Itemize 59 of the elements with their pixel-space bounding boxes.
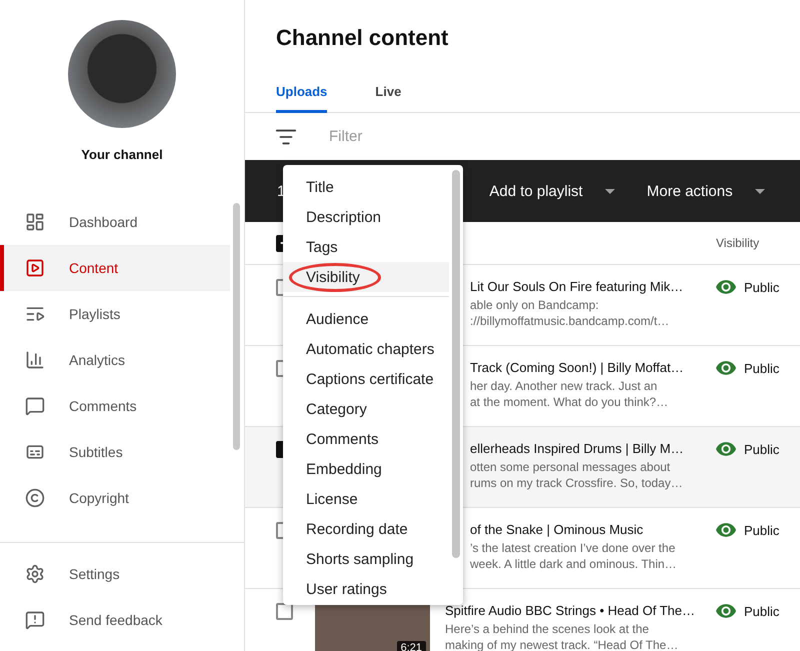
menu-item[interactable]: Title bbox=[283, 172, 449, 202]
scrollbar[interactable] bbox=[452, 170, 460, 558]
video-title[interactable]: of the Snake | Ominous Music bbox=[470, 522, 708, 537]
eye-icon bbox=[716, 603, 736, 619]
column-header: Visibility bbox=[716, 236, 760, 250]
nav-icon bbox=[25, 212, 45, 232]
row-checkbox[interactable] bbox=[276, 603, 293, 620]
video-description: able only on Bandcamp: ://billymoffatmusic.bandcamp.com/t… bbox=[470, 297, 670, 329]
menu-item[interactable]: Embedding bbox=[283, 454, 449, 484]
duration-label: 6:21 bbox=[396, 641, 426, 651]
tab[interactable]: Uploads bbox=[276, 70, 328, 113]
channel-label: Your channel bbox=[81, 147, 163, 162]
caret-icon bbox=[754, 188, 765, 194]
nav-item[interactable]: Dashboard bbox=[0, 199, 230, 245]
visibility-label: Public bbox=[744, 441, 780, 458]
eye-icon bbox=[716, 441, 736, 457]
nav-item[interactable]: Send feedback bbox=[0, 597, 230, 643]
video-description: ’s the latest creation I’ve done over the week. A little dark and ominous. Thin… bbox=[470, 540, 678, 572]
visibility-label: Public bbox=[744, 522, 780, 539]
menu-item[interactable]: Tags bbox=[283, 232, 449, 262]
visibility-label: Public bbox=[744, 603, 780, 620]
nav-icon bbox=[25, 350, 45, 370]
menu-item[interactable]: Shorts sampling bbox=[283, 544, 449, 574]
visibility-label: Public bbox=[744, 360, 780, 377]
nav-item[interactable]: Subtitles bbox=[0, 429, 230, 475]
video-description: her day. Another new track. Just an at the moment. What do you think?… bbox=[470, 378, 670, 410]
nav-item[interactable]: Comments bbox=[0, 383, 230, 429]
eye-icon bbox=[716, 522, 736, 538]
nav-icon bbox=[25, 396, 45, 416]
nav-item[interactable]: Analytics bbox=[0, 337, 230, 383]
nav-item[interactable]: Content bbox=[0, 245, 230, 291]
caret-icon bbox=[604, 188, 615, 194]
action-button[interactable]: More actions bbox=[646, 182, 765, 200]
scrollbar[interactable] bbox=[233, 203, 240, 450]
page-title: Channel content bbox=[275, 24, 450, 52]
menu-item[interactable]: Comments bbox=[283, 424, 449, 454]
menu-item[interactable]: Captions certificate bbox=[283, 364, 449, 394]
nav-item[interactable]: Settings bbox=[0, 551, 230, 597]
nav-icon bbox=[25, 488, 45, 508]
menu-item[interactable]: Audience bbox=[283, 304, 449, 334]
feedback-icon bbox=[25, 610, 45, 630]
action-button[interactable]: Add to playlist bbox=[489, 182, 615, 200]
eye-icon bbox=[716, 360, 736, 376]
video-description: otten some personal messages about rums on my track Crossfire. So, today… bbox=[470, 459, 684, 491]
nav-item[interactable]: Copyright bbox=[0, 475, 230, 521]
video-title[interactable]: ellerheads Inspired Drums | Billy M… bbox=[470, 441, 708, 456]
eye-icon bbox=[716, 279, 736, 295]
video-title[interactable]: Lit Our Souls On Fire featuring Mik… bbox=[470, 279, 708, 294]
nav-item[interactable]: Playlists bbox=[0, 291, 230, 337]
menu-item[interactable]: Recording date bbox=[283, 514, 449, 544]
menu-item[interactable]: Description bbox=[283, 202, 449, 232]
video-title[interactable]: Track (Coming Soon!) | Billy Moffat… bbox=[470, 360, 708, 375]
nav-icon bbox=[25, 258, 45, 278]
tab[interactable]: Live bbox=[375, 70, 402, 113]
menu-item[interactable]: Category bbox=[283, 394, 449, 424]
settings-icon bbox=[25, 564, 45, 584]
visibility-label: Public bbox=[744, 279, 780, 296]
menu-item[interactable]: Visibility bbox=[283, 262, 449, 292]
video-title[interactable]: Spitfire Audio BBC Strings • Head Of The… bbox=[445, 603, 700, 618]
